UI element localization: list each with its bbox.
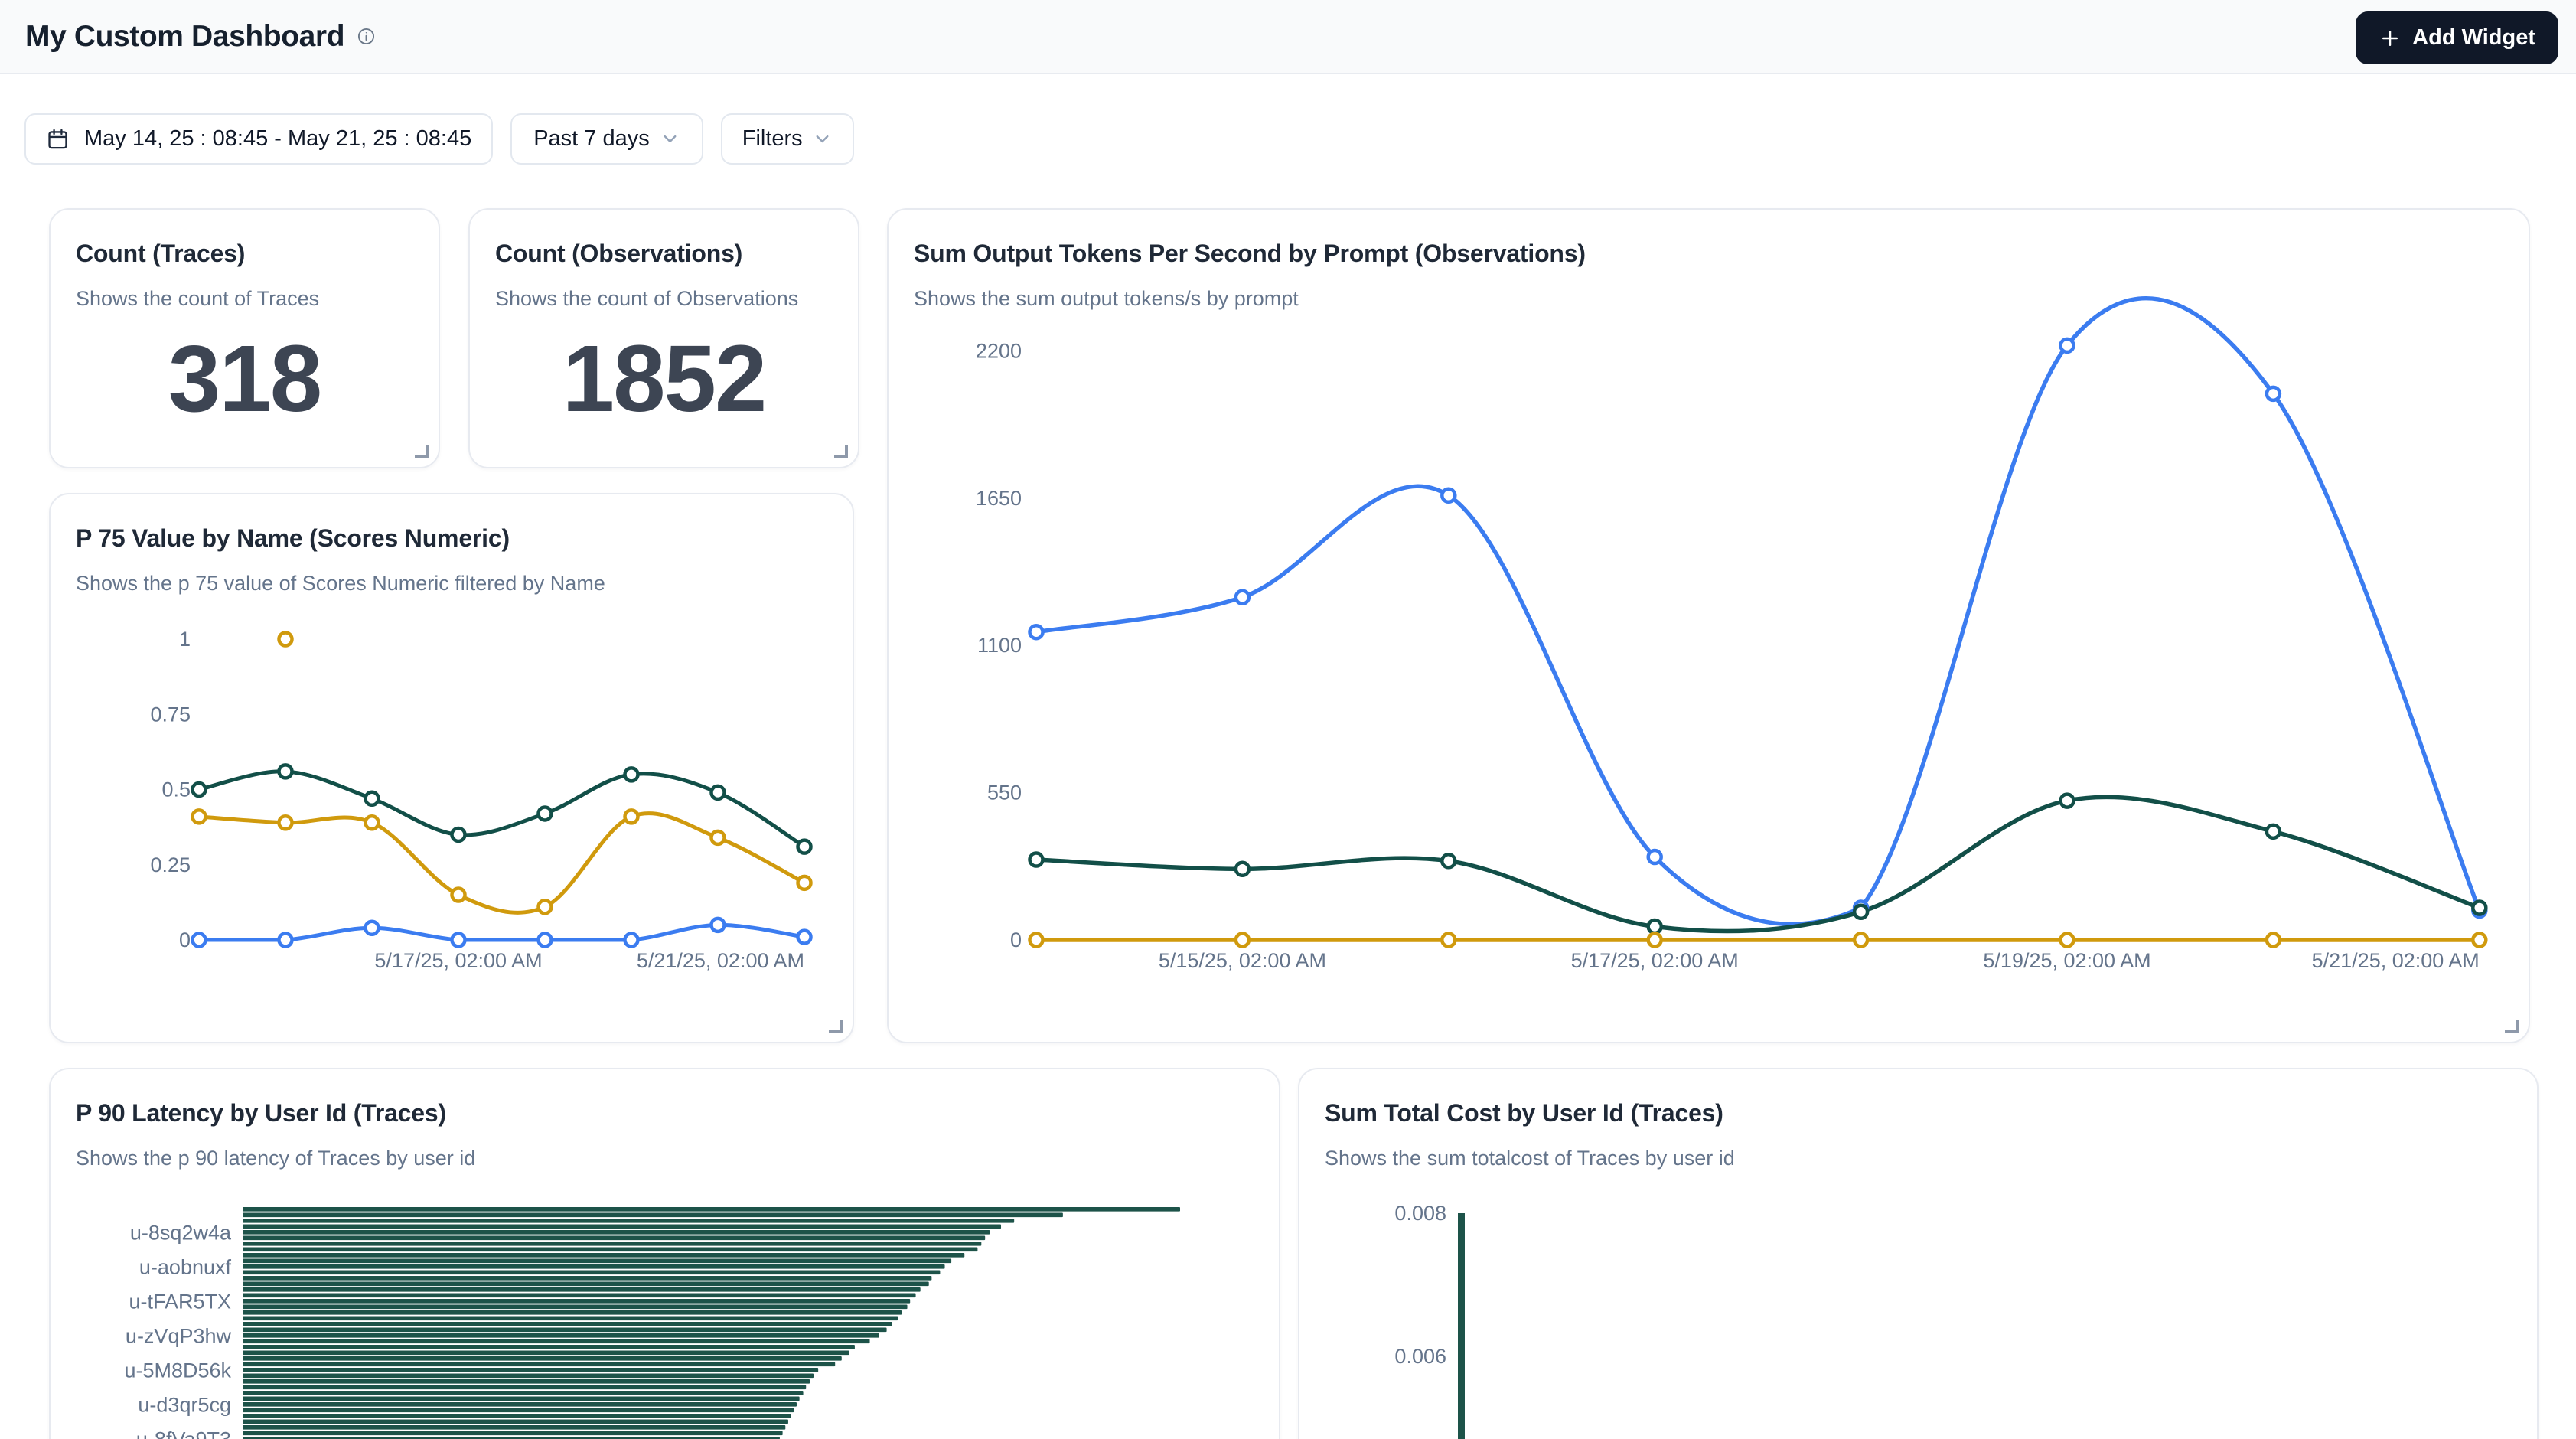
svg-text:u-aobnuxf: u-aobnuxf [139, 1255, 232, 1278]
svg-text:0.5: 0.5 [161, 778, 191, 801]
svg-text:5/17/25, 02:00 AM: 5/17/25, 02:00 AM [374, 949, 542, 972]
svg-text:5/19/25, 02:00 AM: 5/19/25, 02:00 AM [1983, 949, 2150, 972]
widget-count-observations: Count (Observations) Shows the count of … [468, 208, 859, 468]
line-chart-tokens: 0 550 1100 1650 2200 5/15/25, 02:00 AM 5/17/25… [889, 210, 2532, 1045]
svg-text:2200: 2200 [976, 339, 1022, 362]
chevron-down-icon [660, 129, 680, 149]
widget-tokens-per-second-chart: Sum Output Tokens Per Second by Prompt (… [887, 208, 2530, 1043]
resize-handle-icon[interactable] [2505, 1020, 2519, 1033]
widget-count-traces: Count (Traces) Shows the count of Traces… [49, 208, 440, 468]
widget-title: Count (Traces) [76, 240, 413, 268]
filters-label: Filters [742, 126, 803, 152]
svg-text:u-zVqP3hw: u-zVqP3hw [126, 1324, 232, 1347]
svg-text:5/21/25, 02:00 AM: 5/21/25, 02:00 AM [2312, 949, 2480, 972]
widget-p75-scores-chart: P 75 Value by Name (Scores Numeric) Show… [49, 493, 854, 1043]
svg-text:0.75: 0.75 [150, 703, 191, 726]
svg-text:550: 550 [987, 781, 1022, 804]
filters-dropdown[interactable]: Filters [721, 113, 854, 165]
add-widget-label: Add Widget [2412, 25, 2535, 51]
date-range-picker[interactable]: May 14, 25 : 08:45 - May 21, 25 : 08:45 [24, 113, 493, 165]
metric-value: 1852 [470, 332, 858, 426]
widget-p90-latency-chart: P 90 Latency by User Id (Traces) Shows t… [49, 1068, 1280, 1439]
date-range-value: May 14, 25 : 08:45 - May 21, 25 : 08:45 [84, 126, 471, 152]
svg-text:1: 1 [179, 628, 191, 651]
widget-subtitle: Shows the count of Traces [76, 287, 413, 311]
toolbar: May 14, 25 : 08:45 - May 21, 25 : 08:45 … [24, 113, 854, 165]
svg-text:u-8fVa9T3: u-8fVa9T3 [136, 1428, 231, 1439]
plus-icon [2379, 27, 2402, 50]
metric-value: 318 [51, 332, 439, 426]
svg-text:u-5M8D56k: u-5M8D56k [124, 1359, 231, 1382]
svg-text:5/17/25, 02:00 AM: 5/17/25, 02:00 AM [1571, 949, 1739, 972]
widget-subtitle: Shows the count of Observations [495, 287, 833, 311]
resize-handle-icon[interactable] [829, 1020, 843, 1033]
time-preset-dropdown[interactable]: Past 7 days [510, 113, 703, 165]
svg-text:0.006: 0.006 [1394, 1345, 1446, 1368]
time-preset-value: Past 7 days [533, 126, 650, 152]
bar-chart-cost: 0.008 0.006 [1299, 1069, 2540, 1439]
header: My Custom Dashboard Add Widget [0, 0, 2576, 74]
svg-text:0: 0 [179, 928, 191, 951]
calendar-icon [46, 127, 70, 151]
widget-title: Count (Observations) [495, 240, 833, 268]
resize-handle-icon[interactable] [834, 445, 848, 458]
dashboard-page: My Custom Dashboard Add Widget May 14, 2… [0, 0, 2576, 1439]
widget-total-cost-chart: Sum Total Cost by User Id (Traces) Shows… [1298, 1068, 2539, 1439]
svg-text:1100: 1100 [977, 634, 1022, 657]
svg-text:0.008: 0.008 [1394, 1202, 1446, 1225]
svg-text:0.25: 0.25 [150, 853, 191, 876]
page-title: My Custom Dashboard [25, 20, 344, 54]
info-icon[interactable] [357, 27, 376, 46]
svg-text:5/15/25, 02:00 AM: 5/15/25, 02:00 AM [1159, 949, 1326, 972]
svg-text:u-d3qr5cg: u-d3qr5cg [138, 1393, 231, 1416]
svg-text:1650: 1650 [976, 487, 1022, 510]
svg-text:5/21/25, 02:00 AM: 5/21/25, 02:00 AM [637, 949, 804, 972]
svg-text:0: 0 [1010, 928, 1022, 951]
svg-text:u-8sq2w4a: u-8sq2w4a [130, 1221, 232, 1244]
chevron-down-icon [812, 129, 833, 149]
bar-chart-latency: u-8sq2w4a u-aobnuxf u-tFAR5TX u-zVqP3hw u-5M… [51, 1069, 1282, 1439]
line-chart-p75: 0 0.25 0.5 0.75 1 5/17/25, 02:00 AM 5/21/25, 0… [51, 494, 856, 1045]
svg-text:u-tFAR5TX: u-tFAR5TX [129, 1290, 231, 1313]
resize-handle-icon[interactable] [415, 445, 429, 458]
add-widget-button[interactable]: Add Widget [2356, 11, 2558, 64]
